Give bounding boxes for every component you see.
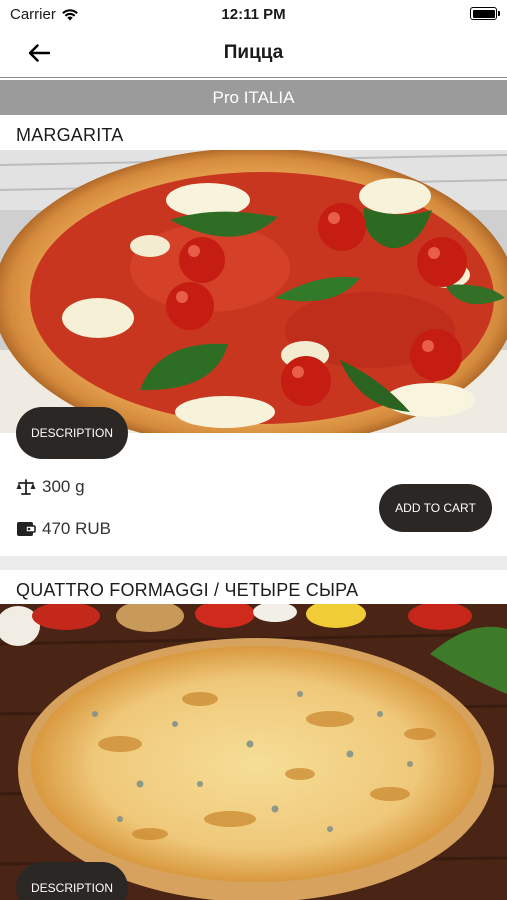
product-card: MARGARITA DESCRIPTION 300 g 470 RUB ADD … [0, 115, 507, 555]
weight-row: 300 g [16, 477, 85, 497]
description-button[interactable]: DESCRIPTION [16, 862, 128, 900]
description-button[interactable]: DESCRIPTION [16, 407, 128, 459]
restaurant-name-bar: Pro ITALIA [0, 80, 507, 115]
scale-icon [16, 479, 36, 495]
page-title: Пицца [223, 42, 284, 63]
status-bar: Carrier 12:11 PM [0, 0, 507, 30]
separator [0, 556, 507, 570]
product-image[interactable] [0, 604, 507, 900]
product-image[interactable] [0, 150, 507, 433]
weight-value: 300 g [42, 477, 85, 496]
product-title: QUATTRO FORMAGGI / ЧЕТЫРЕ СЫРА [16, 580, 359, 600]
product-card: QUATTRO FORMAGGI / ЧЕТЫРЕ СЫРА DESCRIPTI… [0, 570, 507, 900]
price-value: 470 RUB [42, 519, 111, 538]
status-time: 12:11 PM [221, 6, 286, 23]
wallet-icon [17, 522, 36, 536]
add-to-cart-button[interactable]: ADD TO CART [379, 484, 492, 532]
product-title: MARGARITA [16, 125, 124, 145]
battery-icon [470, 7, 500, 20]
navigation-bar: Пицца [0, 30, 507, 78]
price-row: 470 RUB [16, 519, 111, 539]
